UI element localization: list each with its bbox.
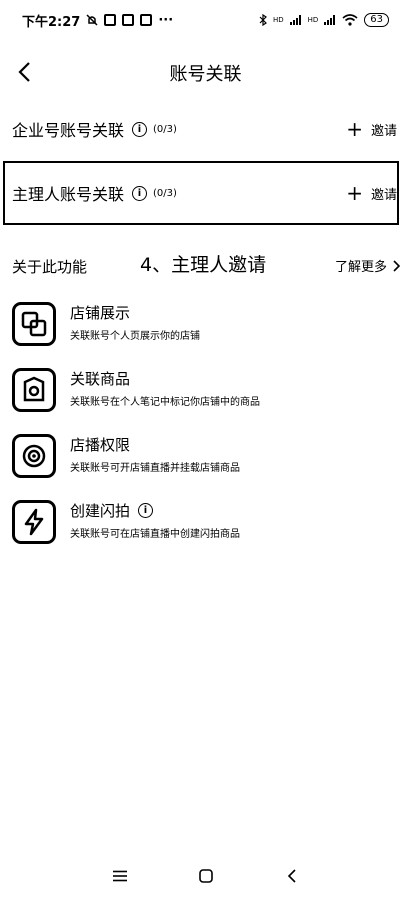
back-triangle-icon: [287, 869, 296, 883]
feature-linked-product: 关联商品 关联账号在个人笔记中标记你店铺中的商品: [0, 364, 411, 420]
owner-account-title: 主理人账号关联: [12, 185, 125, 204]
owner-account-count: (0/3): [153, 187, 177, 199]
info-icon[interactable]: i: [132, 185, 148, 201]
wifi-icon: [342, 14, 358, 26]
learn-more-link[interactable]: 了解更多: [335, 256, 401, 275]
menu-icon: [113, 870, 127, 882]
feature-name: 创建闪拍 i: [70, 500, 154, 521]
bluetooth-icon: [259, 14, 267, 26]
home-icon: [199, 869, 213, 883]
nav-bar: 账号关联: [0, 50, 411, 94]
page-title: 账号关联: [169, 64, 242, 85]
app-notification-icon: [104, 14, 117, 26]
learn-more-label: 了解更多: [334, 260, 387, 275]
status-left: 下午2:27 ···: [22, 11, 173, 30]
feature-description: 关联账号在个人笔记中标记你店铺中的商品: [70, 397, 260, 408]
annotation-text: 4、主理人邀请: [140, 254, 267, 276]
enterprise-account-count: (0/3): [153, 123, 177, 135]
feature-description: 关联账号可开店铺直播并挂载店铺商品: [70, 463, 240, 474]
feature-name-label: 创建闪拍: [70, 502, 131, 520]
signal-hd-label: HD: [272, 16, 284, 24]
feature-name: 店播权限: [70, 436, 131, 454]
about-title: 关于此功能: [12, 258, 88, 276]
owner-invite-button[interactable]: + 邀请: [346, 183, 397, 203]
linked-product-icon: [12, 368, 56, 412]
feature-store-display: 店铺展示 关联账号个人页展示你的店铺: [0, 298, 411, 354]
feature-store-live: 店播权限 关联账号可开店铺直播并挂载店铺商品: [0, 430, 411, 486]
more-notifications-icon: ···: [158, 12, 174, 28]
status-time: 下午2:27: [22, 14, 81, 30]
plus-icon: +: [346, 117, 363, 141]
app-notification-icon: [122, 14, 135, 26]
info-icon[interactable]: i: [138, 503, 154, 518]
feature-name: 关联商品: [70, 370, 131, 388]
system-nav-bar: [0, 860, 411, 898]
home-button[interactable]: [192, 864, 220, 888]
enterprise-invite-button[interactable]: + 邀请: [346, 119, 397, 139]
chevron-right-icon: [393, 259, 401, 272]
menu-button[interactable]: [106, 864, 134, 888]
battery-level: 63: [364, 13, 389, 27]
info-icon[interactable]: i: [132, 121, 148, 137]
system-back-button[interactable]: [278, 864, 306, 888]
enterprise-account-row: 企业号账号关联 i (0/3) + 邀请: [0, 114, 411, 144]
feature-description: 关联账号可在店铺直播中创建闪拍商品: [70, 529, 240, 540]
invite-label: 邀请: [370, 187, 397, 203]
flash-sale-icon: [12, 500, 56, 544]
mute-icon: [86, 14, 98, 26]
plus-icon: +: [346, 181, 363, 205]
signal-icon: [324, 15, 336, 25]
store-live-icon: [12, 434, 56, 478]
store-display-icon: [12, 302, 56, 346]
owner-account-row: 主理人账号关联 i (0/3) + 邀请: [0, 178, 411, 208]
feature-flash-sale: 创建闪拍 i 关联账号可在店铺直播中创建闪拍商品: [0, 496, 411, 552]
status-right: HD HD 63: [259, 13, 389, 27]
about-section-header: 关于此功能 4、主理人邀请 了解更多: [0, 248, 411, 282]
feature-name: 店铺展示: [70, 304, 131, 322]
signal-icon: [289, 15, 301, 25]
app-notification-icon: [140, 14, 153, 26]
status-bar: 下午2:27 ··· HD HD 63: [0, 0, 411, 40]
enterprise-account-title: 企业号账号关联: [12, 121, 125, 140]
invite-label: 邀请: [370, 123, 397, 139]
feature-description: 关联账号个人页展示你的店铺: [70, 331, 200, 342]
signal-hd-label: HD: [307, 16, 319, 24]
